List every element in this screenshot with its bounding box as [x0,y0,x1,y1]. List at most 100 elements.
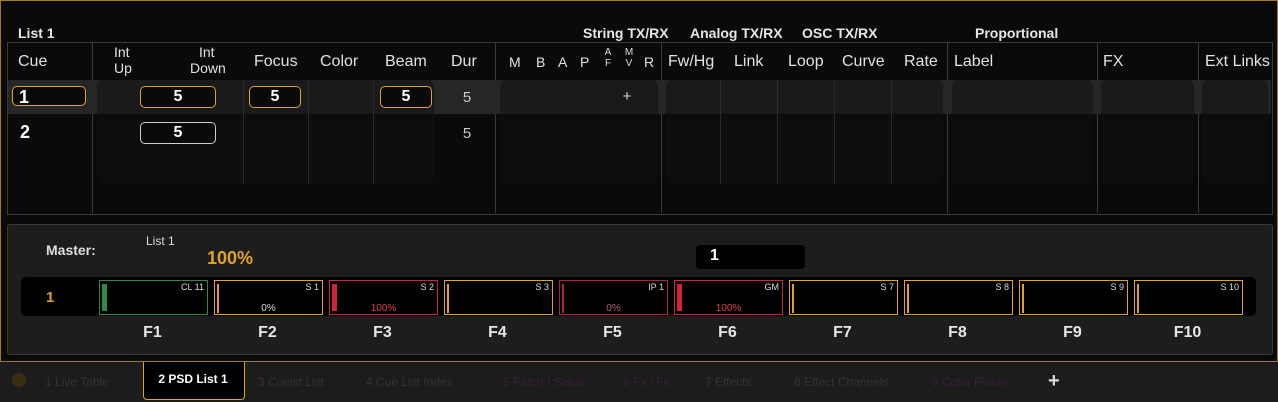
fader-percent: 100% [370,303,397,314]
fader-f5[interactable]: IP 1 0% [559,280,668,315]
col-color[interactable]: Color [320,53,358,71]
fader-key-f1[interactable]: F1 [133,324,173,342]
fader-key-f2[interactable]: F2 [248,324,288,342]
col-link[interactable]: Link [734,53,763,71]
tab-psd-list-1[interactable]: 2 PSD List 1 [143,372,243,386]
tab-patch-setup[interactable]: 5 Patch / Setup [503,365,585,399]
col-curve[interactable]: Curve [842,53,885,71]
col-cue[interactable]: Cue [18,53,47,71]
tab-effect-channels[interactable]: 8 Effect Channels [794,365,889,399]
fader-level-indicator [792,284,794,313]
fader-f10[interactable]: S 10 [1134,280,1243,315]
col-af[interactable]: AF [603,47,613,69]
tab-cue-list-index[interactable]: 4 Cue List Index [366,365,453,399]
add-tab-icon[interactable]: + [1048,370,1060,393]
fader-row-label: 1 [46,289,55,306]
fader-f3[interactable]: S 2 100% [329,280,438,315]
fader-key-f3[interactable]: F3 [363,324,403,342]
fader-target-label: GM [764,282,780,292]
col-int-down-line1[interactable]: Int [199,44,215,60]
col-int-up-line2[interactable]: Up [114,60,132,76]
fader-percent: 100% [715,303,742,314]
col-b[interactable]: B [536,54,545,70]
col-label[interactable]: Label [954,53,993,71]
fader-key-f9[interactable]: F9 [1053,324,1093,342]
col-rate[interactable]: Rate [904,53,938,71]
fader-target-label: S 1 [305,282,319,292]
fader-key-f10[interactable]: F10 [1168,324,1208,342]
column-divider [1097,43,1098,213]
cue-1-mark-flag: + [622,88,632,105]
cue-entry-field[interactable]: 1 [696,245,805,269]
column-divider [495,43,496,213]
cue-2-dur[interactable]: 5 [457,125,477,142]
analog-txrx-header: Analog TX/RX [690,25,783,41]
tab-live-table[interactable]: 1 Live Table [45,365,109,399]
col-fwhg[interactable]: Fw/Hg [668,53,714,71]
tab-cueist-list[interactable]: 3 Cueist List [258,365,324,399]
tab-effects[interactable]: 7 Effects [705,365,751,399]
fader-target-label: S 2 [420,282,434,292]
master-list-name: List 1 [146,234,175,248]
fader-f9[interactable]: S 9 [1019,280,1128,315]
master-level: 100% [207,248,254,268]
cue-1-number[interactable]: 1 [12,86,86,107]
cue-1-beam[interactable]: 5 [380,86,432,108]
ext-links-pane [1202,80,1268,184]
fader-f4[interactable]: S 3 [444,280,553,315]
col-loop[interactable]: Loop [788,53,824,71]
fader-f8[interactable]: S 8 [904,280,1013,315]
flags-pane [500,80,658,184]
fader-key-f8[interactable]: F8 [938,324,978,342]
fader-key-f5[interactable]: F5 [593,324,633,342]
cue-1-dur[interactable]: 5 [457,89,477,106]
column-divider [1198,43,1199,213]
fader-target-label: S 8 [995,282,1009,292]
col-r[interactable]: R [644,54,654,70]
fader-target-label: S 7 [880,282,894,292]
fx-pane [1101,80,1194,184]
column-divider [92,43,93,213]
cell-divider [308,80,309,184]
cue-entry-value: 1 [710,247,719,264]
col-int-down-line2[interactable]: Down [190,60,226,76]
string-txrx-header: String TX/RX [583,25,669,41]
master-label: Master: [46,242,96,258]
cue-1-int-down[interactable]: 5 [140,86,216,108]
col-fx[interactable]: FX [1103,53,1123,71]
fader-f1[interactable]: CL 11 [99,280,208,315]
cell-divider [834,80,835,184]
col-beam[interactable]: Beam [385,53,427,71]
fader-f6[interactable]: GM 100% [674,280,783,315]
col-a[interactable]: A [558,54,567,70]
home-icon[interactable] [12,373,26,387]
column-divider [661,43,662,213]
fader-target-label: S 3 [535,282,549,292]
fader-percent: 0% [606,303,621,314]
col-int-up-line1[interactable]: Int [114,44,130,60]
col-mv[interactable]: MV [624,47,634,69]
cue-1-focus[interactable]: 5 [249,86,301,108]
col-focus[interactable]: Focus [254,53,298,71]
col-p[interactable]: P [580,54,589,70]
column-divider [947,43,948,213]
fader-level-indicator [1137,284,1139,313]
fader-f7[interactable]: S 7 [789,280,898,315]
fader-target-label: IP 1 [648,282,664,292]
fader-target-label: CL 11 [180,282,204,292]
col-m[interactable]: M [509,54,521,70]
fader-key-f7[interactable]: F7 [823,324,863,342]
fader-key-f6[interactable]: F6 [708,324,748,342]
cue-2-int-down[interactable]: 5 [140,122,216,144]
fader-f2[interactable]: S 1 0% [214,280,323,315]
col-dur[interactable]: Dur [451,53,477,71]
fader-target-label: S 10 [1220,282,1239,292]
fader-key-f4[interactable]: F4 [478,324,518,342]
fader-level-indicator [102,284,107,311]
cue-2-number[interactable]: 2 [20,122,30,143]
cell-divider [243,80,244,184]
tab-fx-fc[interactable]: 6 Fx / Fc [623,365,670,399]
col-ext-links[interactable]: Ext Links [1205,53,1270,71]
tab-color-picker[interactable]: 9 Color Picker [932,365,1007,399]
osc-txrx-header: OSC TX/RX [802,25,878,41]
